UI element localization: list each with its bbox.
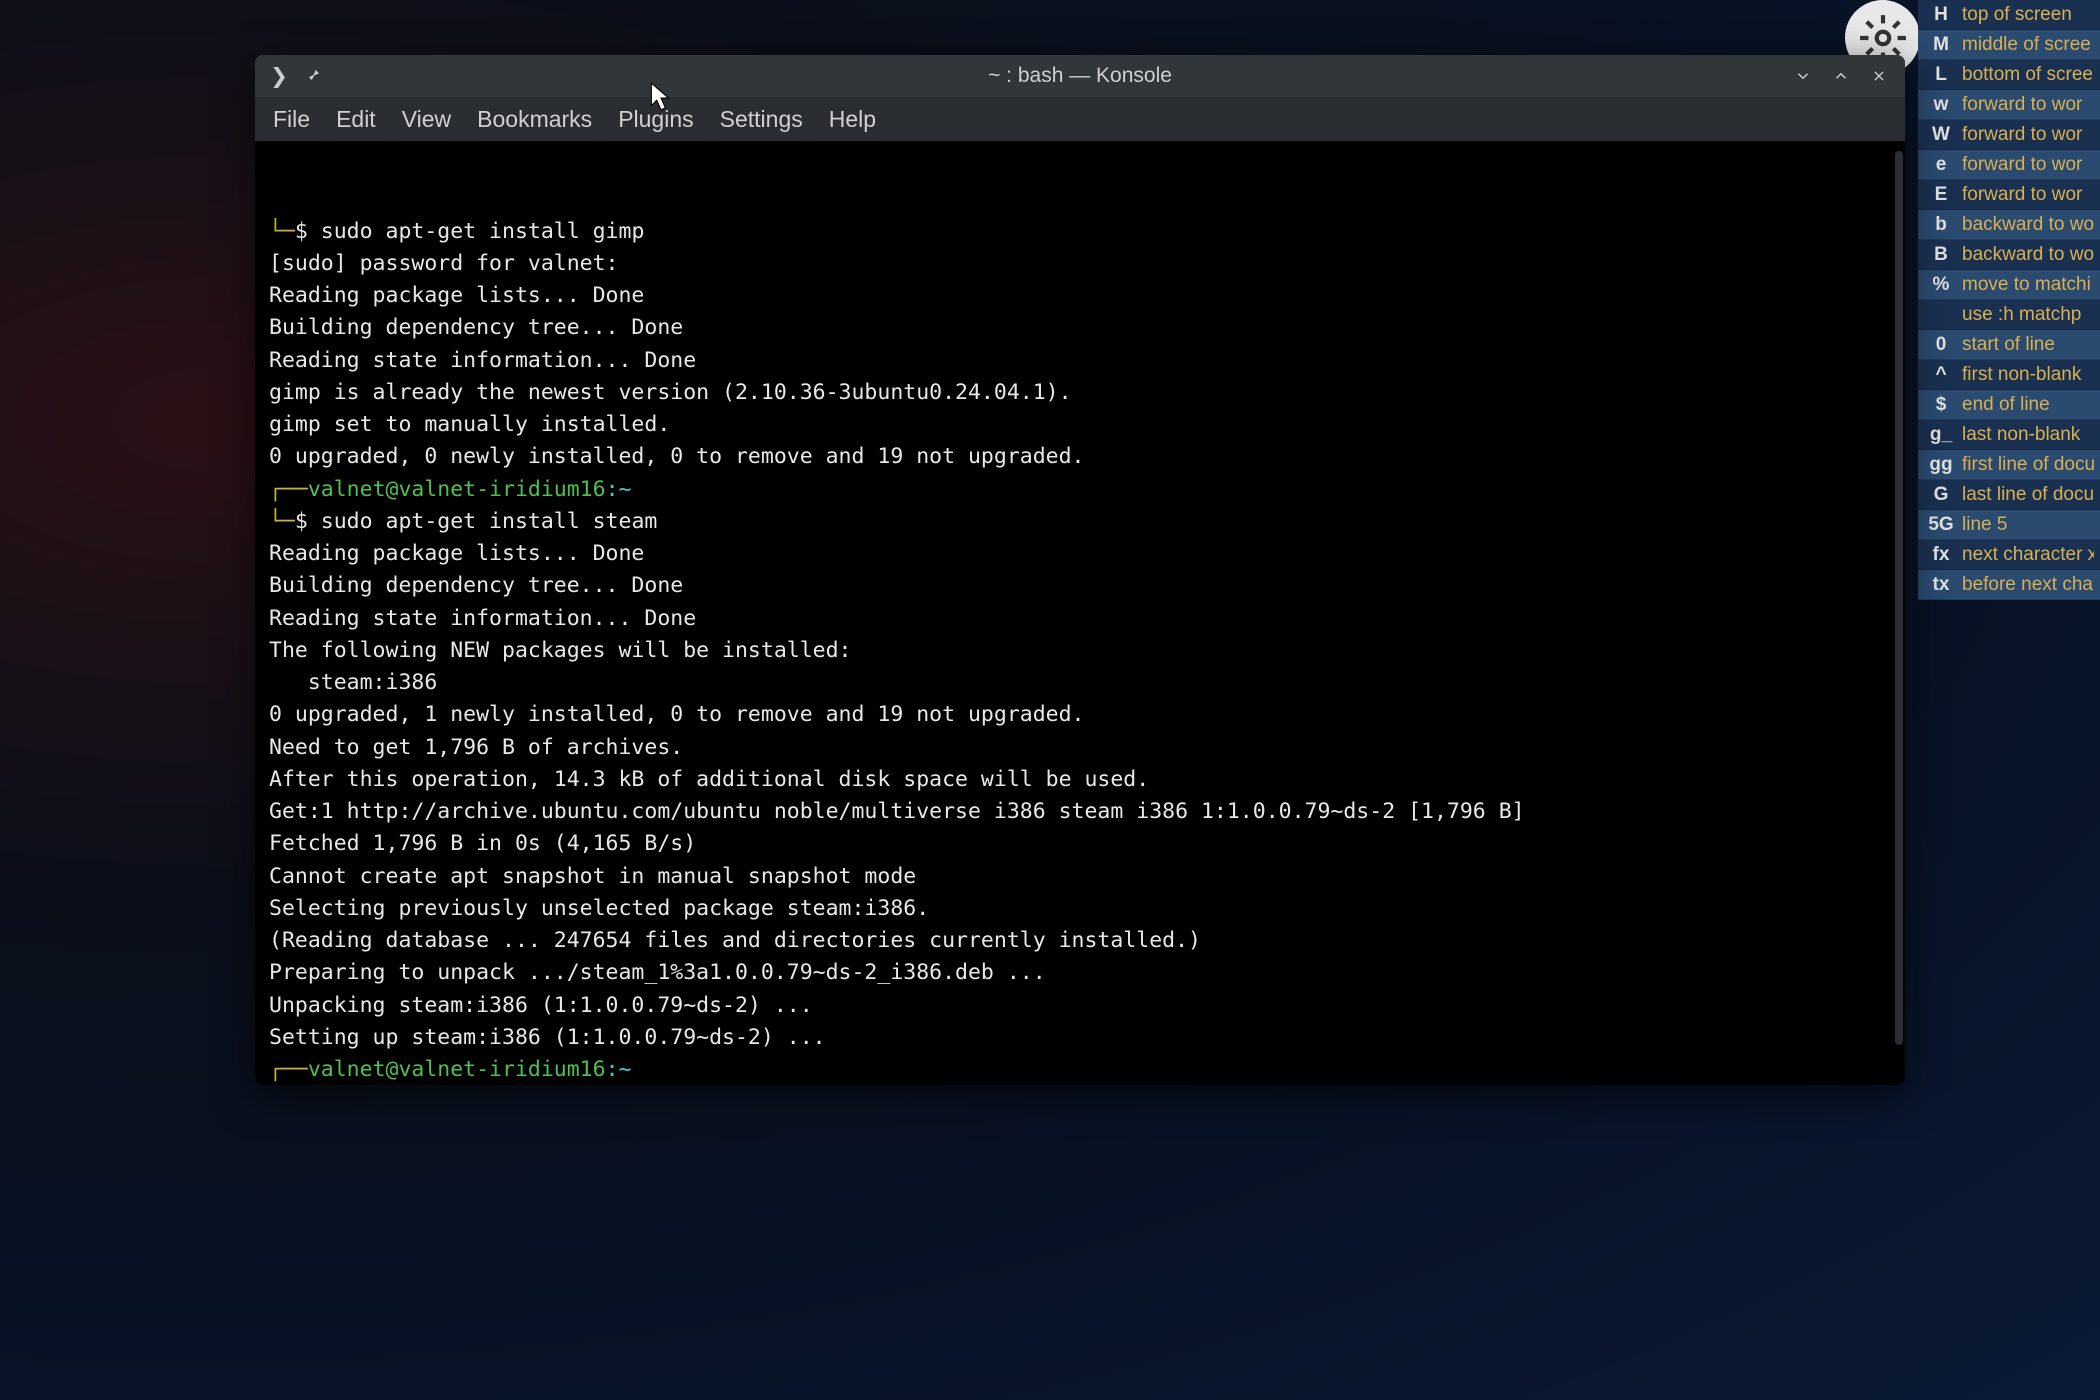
cheatsheet-key: W bbox=[1924, 124, 1958, 146]
menu-bookmarks[interactable]: Bookmarks bbox=[477, 106, 592, 133]
cheatsheet-desc: line 5 bbox=[1958, 514, 2094, 536]
menu-view[interactable]: View bbox=[402, 106, 451, 133]
cheatsheet-row: bbackward to wo bbox=[1918, 210, 2100, 240]
cheatsheet-key: $ bbox=[1924, 394, 1958, 416]
cheatsheet-row: wforward to wor bbox=[1918, 90, 2100, 120]
maximize-icon[interactable] bbox=[1831, 66, 1851, 86]
cheatsheet-row: Wforward to wor bbox=[1918, 120, 2100, 150]
cheatsheet-desc: end of line bbox=[1958, 394, 2094, 416]
cheatsheet-row: $end of line bbox=[1918, 390, 2100, 420]
cheatsheet-key: tx bbox=[1924, 574, 1958, 596]
terminal-output[interactable]: └─$ sudo apt-get install gimp[sudo] pass… bbox=[255, 141, 1905, 1085]
menu-file[interactable]: File bbox=[273, 106, 310, 133]
cheatsheet-key: 0 bbox=[1924, 334, 1958, 356]
cheatsheet-row: 0start of line bbox=[1918, 330, 2100, 360]
cheatsheet-desc: first non-blank bbox=[1958, 364, 2094, 386]
cheatsheet-key: G bbox=[1924, 484, 1958, 506]
cheatsheet-row: txbefore next char bbox=[1918, 570, 2100, 600]
cheatsheet-row: Htop of screen bbox=[1918, 0, 2100, 30]
cheatsheet-key: 5G bbox=[1924, 514, 1958, 536]
cheatsheet-desc: middle of scree bbox=[1958, 34, 2094, 56]
window-titlebar[interactable]: ❯ ~ : bash — Konsole bbox=[255, 55, 1905, 97]
cheatsheet-desc: first line of docu bbox=[1958, 454, 2094, 476]
cheatsheet-desc: before next char bbox=[1958, 574, 2094, 596]
cheatsheet-row: Lbottom of scree bbox=[1918, 60, 2100, 90]
cheatsheet-key: ^ bbox=[1924, 364, 1958, 386]
cheatsheet-desc: top of screen bbox=[1958, 4, 2094, 26]
cheatsheet-key: g_ bbox=[1924, 424, 1958, 446]
menu-plugins[interactable]: Plugins bbox=[618, 106, 693, 133]
cheatsheet-row: %move to matchi bbox=[1918, 270, 2100, 300]
cheatsheet-row: use :h matchp bbox=[1918, 300, 2100, 330]
cheatsheet-key: fx bbox=[1924, 544, 1958, 566]
cheatsheet-row: ^first non-blank bbox=[1918, 360, 2100, 390]
cheatsheet-row: Bbackward to wo bbox=[1918, 240, 2100, 270]
cheatsheet-row: Mmiddle of scree bbox=[1918, 30, 2100, 60]
menu-help[interactable]: Help bbox=[829, 106, 876, 133]
cheatsheet-key: E bbox=[1924, 184, 1958, 206]
menu-edit[interactable]: Edit bbox=[336, 106, 376, 133]
minimize-icon[interactable] bbox=[1793, 66, 1813, 86]
cheatsheet-desc: backward to wo bbox=[1958, 214, 2094, 236]
cheatsheet-key: % bbox=[1924, 274, 1958, 296]
menu-settings[interactable]: Settings bbox=[720, 106, 803, 133]
cheatsheet-key: gg bbox=[1924, 454, 1958, 476]
window-title: ~ : bash — Konsole bbox=[255, 64, 1905, 88]
cheatsheet-key: e bbox=[1924, 154, 1958, 176]
cheatsheet-key: b bbox=[1924, 214, 1958, 236]
cheatsheet-desc: last non-blank bbox=[1958, 424, 2094, 446]
cheatsheet-key: B bbox=[1924, 244, 1958, 266]
cheatsheet-desc: bottom of scree bbox=[1958, 64, 2094, 86]
cheatsheet-desc: forward to wor bbox=[1958, 94, 2094, 116]
vim-cheatsheet-panel: Htop of screenMmiddle of screeLbottom of… bbox=[1918, 0, 2100, 600]
cheatsheet-desc: use :h matchp bbox=[1958, 304, 2094, 326]
cheatsheet-row: g_last non-blank bbox=[1918, 420, 2100, 450]
cheatsheet-desc: forward to wor bbox=[1958, 154, 2094, 176]
cheatsheet-desc: start of line bbox=[1958, 334, 2094, 356]
cheatsheet-row: ggfirst line of docu bbox=[1918, 450, 2100, 480]
konsole-window: ❯ ~ : bash — Konsole File Edit View Book… bbox=[255, 55, 1905, 1085]
cheatsheet-desc: forward to wor bbox=[1958, 184, 2094, 206]
cheatsheet-desc: forward to wor bbox=[1958, 124, 2094, 146]
cheatsheet-row: Eforward to wor bbox=[1918, 180, 2100, 210]
cheatsheet-desc: last line of docu bbox=[1958, 484, 2094, 506]
close-icon[interactable] bbox=[1869, 66, 1889, 86]
pin-icon[interactable] bbox=[303, 66, 323, 86]
cheatsheet-desc: move to matchi bbox=[1958, 274, 2094, 296]
cheatsheet-key: L bbox=[1924, 64, 1958, 86]
menubar: File Edit View Bookmarks Plugins Setting… bbox=[255, 97, 1905, 141]
new-tab-icon[interactable]: ❯ bbox=[269, 66, 289, 86]
cheatsheet-desc: backward to wo bbox=[1958, 244, 2094, 266]
cheatsheet-row: Glast line of docu bbox=[1918, 480, 2100, 510]
cheatsheet-row: 5Gline 5 bbox=[1918, 510, 2100, 540]
cheatsheet-key: w bbox=[1924, 94, 1958, 116]
cheatsheet-row: eforward to wor bbox=[1918, 150, 2100, 180]
cheatsheet-key: H bbox=[1924, 4, 1958, 26]
terminal-scrollbar[interactable] bbox=[1895, 151, 1903, 1045]
cheatsheet-key: M bbox=[1924, 34, 1958, 56]
cheatsheet-row: fxnext character x bbox=[1918, 540, 2100, 570]
cheatsheet-desc: next character x bbox=[1958, 544, 2094, 566]
